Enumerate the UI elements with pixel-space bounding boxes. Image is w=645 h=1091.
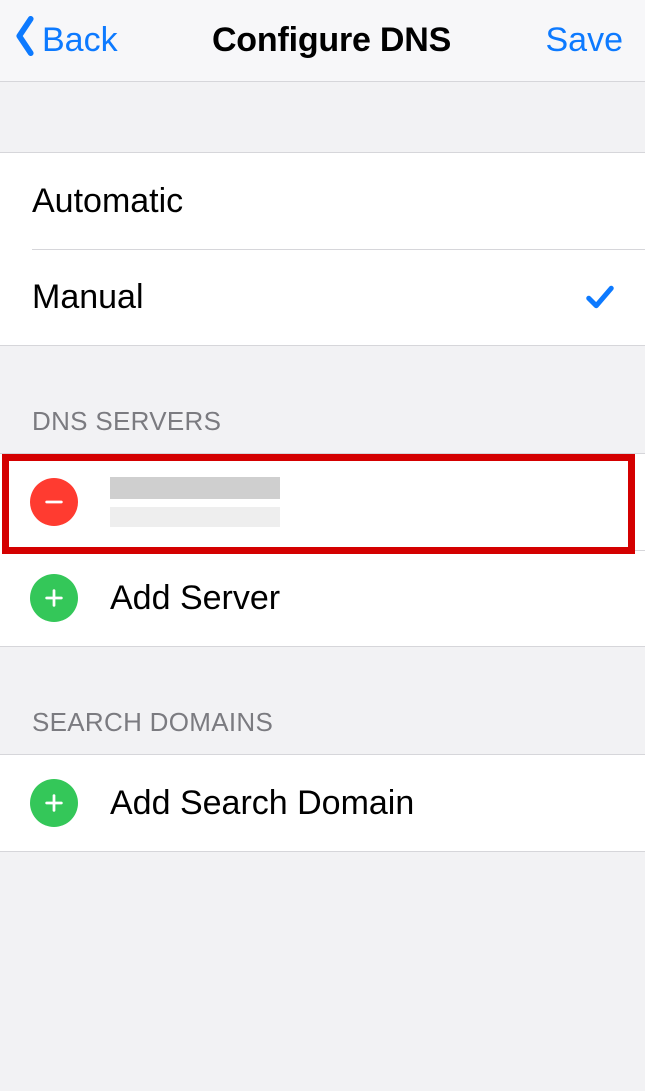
- search-domains-group: Add Search Domain: [0, 754, 645, 852]
- dns-servers-header: DNS SERVERS: [0, 346, 645, 453]
- dns-server-value-redacted: [110, 477, 280, 527]
- back-button[interactable]: Back: [12, 16, 118, 65]
- mode-option-label: Manual: [32, 278, 585, 317]
- spacer: [0, 82, 645, 152]
- search-domains-header: SEARCH DOMAINS: [0, 647, 645, 754]
- navbar: Back Configure DNS Save: [0, 0, 645, 82]
- save-button[interactable]: Save: [545, 21, 623, 60]
- add-icon: [30, 574, 78, 622]
- add-search-domain-row[interactable]: Add Search Domain: [0, 755, 645, 851]
- add-server-label: Add Server: [110, 579, 615, 618]
- delete-icon[interactable]: [30, 478, 78, 526]
- chevron-left-icon: [12, 16, 42, 65]
- page-title: Configure DNS: [212, 21, 451, 60]
- mode-option-automatic[interactable]: Automatic: [0, 153, 645, 249]
- add-server-row[interactable]: Add Server: [0, 550, 645, 646]
- add-icon: [30, 779, 78, 827]
- mode-option-manual[interactable]: Manual: [0, 249, 645, 345]
- back-label: Back: [42, 21, 118, 60]
- checkmark-icon: [585, 282, 615, 312]
- mode-option-label: Automatic: [32, 182, 615, 221]
- dns-server-row[interactable]: [0, 454, 645, 550]
- add-search-domain-label: Add Search Domain: [110, 784, 615, 823]
- dns-servers-group: Add Server: [0, 453, 645, 647]
- mode-group: Automatic Manual: [0, 152, 645, 346]
